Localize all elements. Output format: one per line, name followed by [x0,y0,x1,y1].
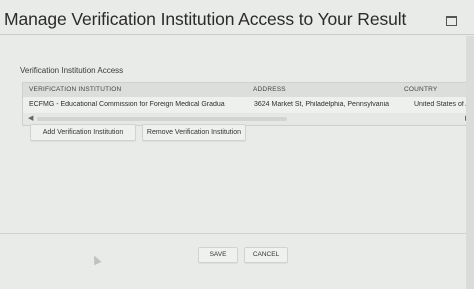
table-row[interactable]: ECFMG - Educational Commission for Forei… [23,97,474,113]
scrollbar-thumb[interactable] [37,117,287,121]
cancel-button[interactable]: CANCEL [244,247,288,263]
institution-table: VERIFICATION INSTITUTION ADDRESS COUNTRY… [22,82,474,126]
column-header-country[interactable]: COUNTRY [404,86,437,93]
cell-address: 3624 Market St, Philadelphia, Pennsylvan… [254,101,390,108]
dialog-title: Manage Verification Institution Access t… [4,9,407,29]
table-header: VERIFICATION INSTITUTION ADDRESS COUNTRY [23,83,474,98]
verification-access-dialog: Manage Verification Institution Access t… [0,0,474,289]
maximize-icon[interactable] [446,16,457,26]
column-header-address[interactable]: ADDRESS [253,86,286,93]
horizontal-scrollbar[interactable]: ◀ ▶ [23,114,474,124]
mouse-cursor-icon [90,253,102,266]
chevron-left-icon[interactable]: ◀ [28,114,33,122]
title-divider [0,34,474,35]
window-edge [466,36,474,289]
cell-country: United States of Am [414,101,474,108]
section-label: Verification Institution Access [20,66,124,75]
column-header-institution[interactable]: VERIFICATION INSTITUTION [29,86,121,93]
cell-institution: ECFMG - Educational Commission for Forei… [29,101,225,108]
save-button[interactable]: SAVE [198,247,238,263]
remove-institution-button[interactable]: Remove Verification Institution [142,124,246,141]
add-institution-button[interactable]: Add Verification Institution [30,124,136,141]
footer-divider [0,233,474,234]
